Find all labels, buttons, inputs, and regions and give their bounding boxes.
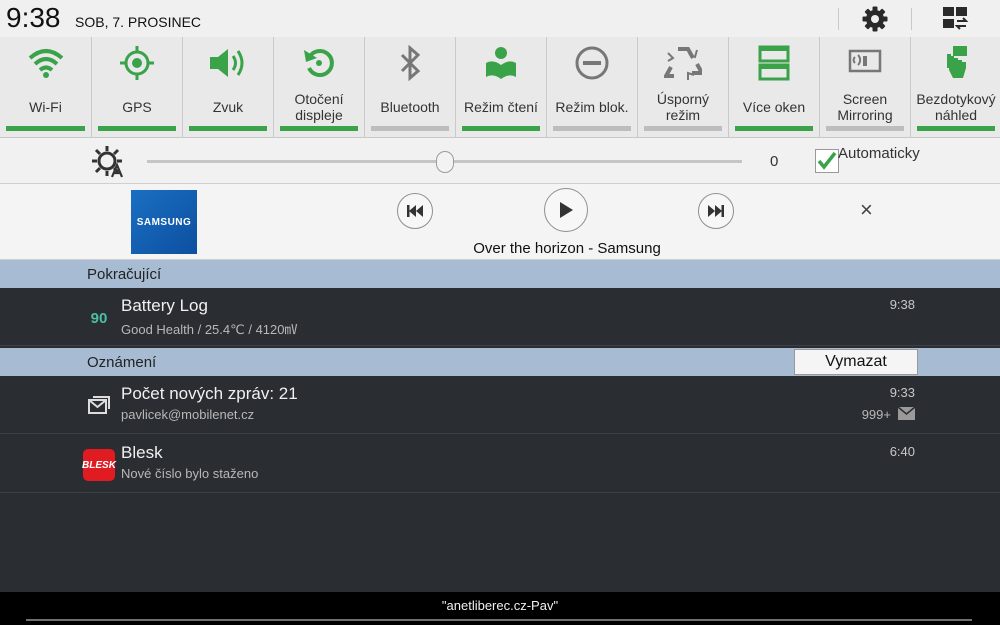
blesk-app-icon: BLESK [82, 449, 116, 481]
blesk-logo: BLESK [82, 449, 116, 481]
toggle-label: Wi-Fi [29, 99, 62, 115]
toggle-bluetooth[interactable]: Bluetooth [364, 37, 455, 138]
toggle-state-bar [98, 126, 176, 131]
notifications-section-header: Oznámení Vymazat [0, 348, 1000, 376]
notification-subtitle: Nové číslo bylo staženo [121, 466, 259, 481]
clear-all-button[interactable]: Vymazat [794, 349, 918, 375]
next-icon [708, 205, 724, 217]
toggle-sound[interactable]: Zvuk [182, 37, 273, 138]
status-bar: 9:38 SOB, 7. PROSINEC [0, 0, 1000, 37]
mail-envelope-icon [898, 407, 915, 420]
settings-gear-icon[interactable] [861, 5, 889, 33]
toggle-label: GPS [122, 99, 152, 115]
carrier-name: "anetliberec.cz-Pav" [441, 598, 559, 613]
brightness-slider-thumb[interactable] [435, 151, 454, 173]
toggle-reading-mode[interactable]: Režim čtení [455, 37, 546, 138]
notification-time: 9:33 [889, 385, 915, 400]
toggle-state-bar [553, 126, 631, 131]
auto-brightness-label: Automaticky [838, 145, 920, 162]
next-track-button[interactable] [698, 193, 734, 229]
quick-settings-panel: Wi-Fi GPS Zvuk Otočení displeje Bluetoot… [0, 37, 1000, 138]
notification-subtitle: Good Health / 25.4℃ / 4120㎷ [121, 322, 298, 337]
toggle-state-bar [189, 126, 267, 131]
multi-window-icon [758, 45, 790, 81]
play-icon [560, 202, 573, 218]
toggle-wifi[interactable]: Wi-Fi [0, 37, 91, 138]
toggle-label: Bezdotykový náhled [916, 91, 996, 123]
toggle-state-bar [917, 126, 995, 131]
status-divider [911, 8, 912, 30]
toggle-label: Úsporný režim [656, 91, 710, 123]
screen-mirroring-icon [848, 49, 882, 73]
toggle-label: Více oken [742, 99, 806, 115]
toggle-rotate[interactable]: Otočení displeje [273, 37, 364, 138]
notification-time: 9:38 [889, 297, 915, 312]
carrier-bar: "anetliberec.cz-Pav" [0, 592, 1000, 625]
gps-icon [120, 46, 154, 80]
status-divider [838, 8, 839, 30]
toggle-power-saving[interactable]: Úsporný režim [637, 37, 728, 138]
notification-email[interactable]: Počet nových zpráv: 21 pavlicek@mobilene… [0, 376, 1000, 434]
close-player-icon[interactable]: × [860, 197, 873, 223]
brightness-value: 0 [770, 153, 779, 170]
auto-brightness-icon [92, 146, 124, 178]
previous-track-button[interactable] [397, 193, 433, 229]
toggle-label: Zvuk [212, 99, 244, 115]
section-title: Pokračující [87, 266, 162, 283]
toggle-state-bar [462, 126, 540, 131]
unread-count: 999+ [861, 407, 891, 422]
toggle-state-bar [826, 126, 904, 131]
toggle-state-bar [280, 126, 358, 131]
checkmark-icon [817, 151, 837, 170]
toggle-state-bar [644, 126, 722, 131]
play-button[interactable] [544, 188, 588, 232]
notification-time: 6:40 [889, 444, 915, 459]
toggle-screen-mirroring[interactable]: Screen Mirroring [819, 37, 910, 138]
rotate-icon [304, 49, 334, 77]
toggle-label: Režim blok. [555, 99, 629, 115]
toggle-gps[interactable]: GPS [91, 37, 182, 138]
brightness-row: 0 Automaticky [0, 138, 1000, 184]
music-player-notification: SAMSUNG × Over the horizon - Samsung [0, 184, 1000, 260]
blocking-mode-icon [575, 46, 609, 80]
notification-subtitle: pavlicek@mobilenet.cz [121, 407, 255, 422]
wifi-icon [28, 49, 63, 78]
toggle-state-bar [371, 126, 449, 131]
battery-log-icon: 90 [83, 302, 115, 334]
toggle-blocking-mode[interactable]: Režim blok. [546, 37, 637, 138]
notification-battery-log[interactable]: 90 Battery Log Good Health / 25.4℃ / 412… [0, 288, 1000, 346]
toggle-grid-icon[interactable] [940, 4, 970, 34]
notification-title: Battery Log [121, 296, 208, 315]
email-icon [83, 390, 115, 422]
toggle-label: Bluetooth [380, 99, 440, 115]
album-art-text: SAMSUNG [136, 216, 192, 228]
auto-brightness-checkbox[interactable] [815, 149, 839, 173]
section-title: Oznámení [87, 354, 157, 371]
notification-title: Blesk [121, 443, 163, 462]
previous-icon [407, 205, 423, 217]
reading-mode-icon [486, 47, 516, 79]
power-saving-icon [664, 47, 702, 80]
toggle-state-bar [6, 126, 85, 131]
toggle-label: Screen Mirroring [837, 91, 893, 123]
battery-level-badge: 90 [90, 309, 108, 327]
toggle-air-view[interactable]: Bezdotykový náhled [910, 37, 1000, 138]
sound-icon [210, 49, 244, 77]
ongoing-section-header: Pokračující [0, 260, 1000, 288]
toggle-label: Otočení displeje [294, 91, 344, 123]
toggle-label: Režim čtení [464, 99, 538, 115]
clock: 9:38 [6, 2, 61, 33]
notification-blesk[interactable]: BLESK Blesk Nové číslo bylo staženo 6:40 [0, 435, 1000, 493]
toggle-state-bar [735, 126, 813, 131]
drag-handle[interactable] [26, 619, 972, 621]
notification-title: Počet nových zpráv: 21 [121, 384, 298, 403]
air-view-icon [947, 46, 967, 78]
toggle-multi-window[interactable]: Více oken [728, 37, 819, 138]
date: SOB, 7. PROSINEC [75, 14, 202, 30]
track-title: Over the horizon - Samsung [473, 240, 661, 257]
bluetooth-icon [400, 45, 421, 81]
